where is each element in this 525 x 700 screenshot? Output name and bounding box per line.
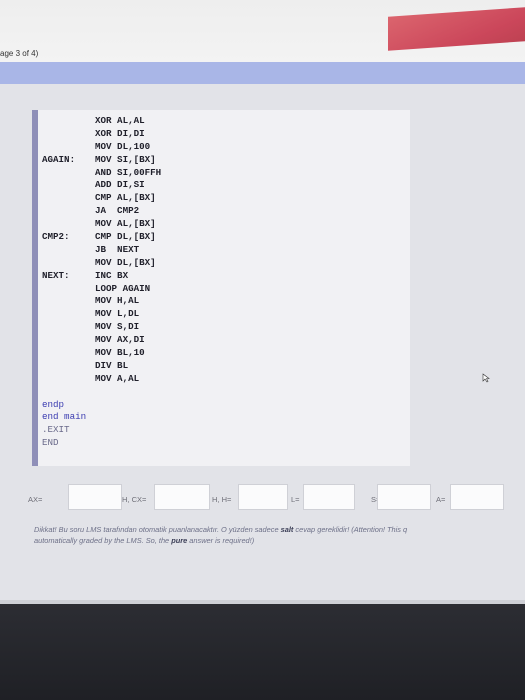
code-line: CMP2: CMP DL,[BX]: [42, 231, 161, 244]
monitor-screen: age 3 of 4) XOR AL,AL XOR DI,DI MOV DL,100…: [0, 0, 525, 604]
code-line: JA CMP2: [42, 205, 161, 218]
code-line: JB NEXT: [42, 244, 161, 257]
code-line: DIV BL: [42, 360, 161, 373]
red-banner-graphic: [388, 7, 525, 51]
code-line: MOV A,AL: [42, 373, 161, 386]
code-instruction: MOV S,DI: [95, 321, 140, 333]
code-instruction: CMP AL,[BX]: [95, 192, 156, 204]
code-instruction: MOV DL,100: [95, 140, 151, 152]
note-text: answer is required!): [187, 536, 255, 545]
code-instruction: MOV SI,[BX]: [95, 153, 156, 165]
code-instruction: DIV BL: [95, 359, 129, 371]
note-bold: salt: [280, 525, 294, 534]
code-end-line: .EXIT: [42, 424, 70, 436]
code-line: MOV BL,10: [42, 347, 161, 360]
code-instruction: XOR DI,DI: [95, 127, 145, 139]
code-line: MOV L,DL: [42, 308, 161, 321]
note-text: automatically graded by the LMS. So, the: [34, 536, 172, 545]
answer-label: A=: [436, 495, 446, 504]
code-line: CMP AL,[BX]: [42, 192, 161, 205]
page-indicator: age 3 of 4): [0, 49, 39, 58]
code-instruction: ADD DI,SI: [95, 179, 145, 191]
note-text: Dikkat! Bu soru LMS tarafından otomatik …: [34, 525, 281, 534]
question-header-bar: [0, 62, 525, 84]
answer-input[interactable]: [377, 484, 431, 510]
attention-note: Dikkat! Bu soru LMS tarafından otomatik …: [34, 524, 524, 546]
note-line-1: Dikkat! Bu soru LMS tarafından otomatik …: [34, 524, 524, 535]
code-line: NEXT: INC BX: [42, 270, 161, 283]
code-end-line: END: [42, 437, 59, 449]
code-gutter: [32, 110, 38, 466]
code-instruction: MOV L,DL: [95, 308, 140, 320]
code-line: XOR AL,AL: [42, 115, 161, 128]
note-bold: pure: [171, 536, 188, 545]
code-instruction: CMP DL,[BX]: [95, 231, 156, 243]
code-label: NEXT:: [42, 269, 70, 281]
answer-input[interactable]: [68, 484, 122, 510]
answer-label: L=: [291, 495, 300, 504]
code-instruction: MOV BL,10: [95, 347, 145, 359]
answer-row: AX= H, CX= H, H= L= S= A=: [28, 482, 525, 514]
code-instruction: MOV A,AL: [95, 372, 140, 384]
code-spacer: [42, 386, 161, 399]
code-line: MOV S,DI: [42, 321, 161, 334]
code-instruction: JA CMP2: [95, 205, 140, 217]
answer-label: H, CX=: [122, 495, 147, 504]
note-line-2: automatically graded by the LMS. So, the…: [34, 535, 524, 546]
code-label: AGAIN:: [42, 153, 76, 165]
answer-input[interactable]: [154, 484, 210, 510]
code-line: AGAIN: MOV SI,[BX]: [42, 154, 161, 167]
answer-label: AX=: [28, 495, 43, 504]
code-instruction: AND SI,00FFH: [95, 166, 162, 178]
note-text: cevap gereklidir! (Attention! This q: [293, 525, 408, 534]
code-line: MOV DL,100: [42, 141, 161, 154]
browser-top-area: age 3 of 4): [0, 0, 525, 62]
monitor-bezel: [0, 604, 525, 700]
code-instruction: LOOP AGAIN: [95, 282, 151, 294]
answer-label: H, H=: [212, 495, 232, 504]
answer-input[interactable]: [303, 484, 355, 510]
code-instruction: MOV AX,DI: [95, 334, 145, 346]
code-tail-line: endp: [42, 398, 65, 410]
answer-input[interactable]: [450, 484, 504, 510]
code-instruction: JB NEXT: [95, 243, 140, 255]
code-line: MOV H,AL: [42, 295, 161, 308]
code-label: CMP2:: [42, 231, 70, 243]
code-line: MOV AL,[BX]: [42, 218, 161, 231]
code-tail-line: end main: [42, 411, 87, 423]
code-instruction: INC BX: [95, 269, 129, 281]
code-line: MOV AX,DI: [42, 334, 161, 347]
code-instruction: MOV H,AL: [95, 295, 140, 307]
code-line: MOV DL,[BX]: [42, 257, 161, 270]
code-line: XOR DI,DI: [42, 128, 161, 141]
assembly-code: XOR AL,AL XOR DI,DI MOV DL,100 AGAIN: MOV SI…: [42, 115, 161, 450]
code-line: LOOP AGAIN: [42, 283, 161, 296]
mouse-cursor-icon: [482, 373, 490, 383]
code-instruction: MOV DL,[BX]: [95, 256, 156, 268]
code-instruction: XOR AL,AL: [95, 115, 145, 126]
code-line: AND SI,00FFH: [42, 167, 161, 180]
code-line: ADD DI,SI: [42, 179, 161, 192]
answer-input[interactable]: [238, 484, 288, 510]
code-instruction: MOV AL,[BX]: [95, 218, 156, 230]
